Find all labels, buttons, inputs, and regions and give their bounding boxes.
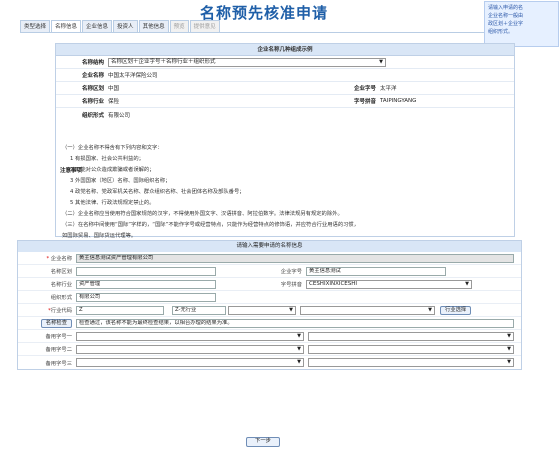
name-check-result: 检查通过，该名称不能为最终检查结果，以相台办理的结果为准。	[76, 318, 514, 328]
alt2-select[interactable]: ▼	[76, 344, 304, 354]
alt1-row: 备用字号一 ▼ ▼	[18, 330, 521, 343]
pinyin-select[interactable]: CESHIXINXICESHI ▼	[306, 279, 472, 289]
chevron-down-icon: ▼	[507, 359, 511, 365]
alt3-select[interactable]: ▼	[76, 358, 304, 367]
name-application-form: 请输入需要申请的名称信息 * 企业名称 黄主信息测试资产管理有限公司 名称区划 …	[17, 240, 522, 370]
chevron-down-icon: ▼	[379, 58, 383, 65]
example-industry-row: 名称行业 保险 字号拼音 TAIPINGYANG	[56, 95, 514, 108]
help-note-line: 请输入申请的名	[488, 5, 524, 11]
industry-code-row: *行业代码 Z Z-无行业 ▼ ▼ 行业选择	[18, 304, 521, 317]
help-note-line: 组织形式。	[488, 29, 514, 35]
pinyin-select-value: CESHIXINXICESHI	[309, 280, 358, 287]
chevron-down-icon: ▼	[465, 280, 469, 287]
chevron-down-icon: ▼	[297, 345, 301, 352]
alt2-label: 备用字号二	[45, 347, 73, 353]
example-pinyin-value: TAIPINGYANG	[380, 98, 417, 104]
industry-code-desc-field[interactable]: Z-无行业	[172, 305, 226, 315]
tab-divider	[20, 32, 533, 33]
next-button[interactable]: 下一步	[246, 437, 280, 447]
example-region-value: 中国	[108, 86, 120, 92]
region-field[interactable]	[76, 266, 216, 276]
org-form-label: 组织形式	[50, 295, 72, 301]
org-form-row: 组织形式 有限公司	[18, 291, 521, 304]
structure-select-value: 名称区划＋企业字号＋名称行业＋组织形式	[111, 58, 216, 65]
structure-label: 名称结构	[81, 60, 104, 66]
alt1-select-2[interactable]: ▼	[308, 331, 514, 341]
chevron-down-icon: ▼	[507, 332, 511, 339]
alt1-select[interactable]: ▼	[76, 331, 304, 341]
form-header: 请输入需要申请的名称信息	[18, 241, 521, 252]
example-form-value: 有限公司	[108, 112, 131, 119]
alt2-row: 备用字号二 ▼ ▼	[18, 343, 521, 356]
help-note-line: 企业名称一般由	[488, 13, 524, 19]
industry-pinyin-row: 名称行业 资产管理 字号拼音 CESHIXINXICESHI ▼	[18, 278, 521, 291]
brand-label: 企业字号	[280, 269, 302, 275]
example-name-value: 中国太平洋保险公司	[108, 73, 158, 79]
example-region-row: 名称区划 中国 企业字号 太平洋	[56, 82, 514, 95]
notice-line: （一）企业名称不得含有下列内容和文字：	[62, 145, 163, 151]
example-header: 企业名称几种组成示例	[56, 44, 514, 56]
structure-row: 名称结构 名称区划＋企业字号＋名称行业＋组织形式 ▼	[56, 56, 514, 69]
example-name-label: 企业名称	[81, 73, 104, 79]
industry-code-select-2[interactable]: ▼	[300, 305, 435, 315]
name-check-row: 名称检查 检查通过，该名称不能为最终检查结果，以相台办理的结果为准。	[18, 317, 521, 330]
notice-line: （二）企业名称应当使用符合国家规范的汉字，不得使用外国文字、汉语拼音、阿拉伯数字…	[62, 211, 343, 217]
alt1-label: 备用字号一	[45, 334, 73, 340]
help-note: 请输入申请的名 企业名称一般由 政区划＋企业字 组织形式。	[484, 1, 559, 47]
org-form-field[interactable]: 有限公司	[76, 292, 216, 302]
alt2-select-2[interactable]: ▼	[308, 344, 514, 354]
example-brand-label: 企业字号	[353, 86, 376, 92]
example-pinyin-label: 字号拼音	[353, 99, 376, 105]
example-form-label: 组织形式	[81, 112, 104, 119]
chevron-down-icon: ▼	[297, 332, 301, 339]
chevron-down-icon: ▼	[297, 359, 301, 365]
company-name-label: * 企业名称	[46, 256, 72, 262]
example-industry-label: 名称行业	[81, 99, 104, 105]
industry-label: 名称行业	[50, 282, 72, 288]
alt3-select-2[interactable]: ▼	[308, 358, 514, 367]
industry-field[interactable]: 资产管理	[76, 279, 216, 289]
industry-code-label: *行业代码	[48, 308, 72, 314]
notice-line: 2 可能对公众造成欺骗或者误解的；	[70, 167, 155, 173]
industry-select-button[interactable]: 行业选择	[440, 305, 472, 315]
notice-line: （三）在名称中间使用“国际”字样的，“国际”不能作字号或经营特点，只能作为经营特…	[62, 222, 360, 228]
pinyin-label: 字号拼音	[280, 282, 302, 288]
alt3-label: 备用字号三	[45, 360, 73, 367]
brand-field[interactable]: 黄主信息测试	[306, 266, 446, 276]
structure-select[interactable]: 名称区划＋企业字号＋名称行业＋组织形式 ▼	[108, 57, 386, 67]
name-check-button[interactable]: 名称检查	[40, 318, 72, 328]
region-brand-row: 名称区划 企业字号 黄主信息测试	[18, 265, 521, 278]
notice-line: 1 有损国家、社会公共利益的；	[70, 156, 144, 162]
chevron-down-icon: ▼	[428, 306, 432, 313]
chevron-down-icon: ▼	[289, 306, 293, 313]
notice-line: 4 政党名称、党政军机关名称、群众组织名称、社会团体名称及部队番号；	[70, 189, 245, 195]
chevron-down-icon: ▼	[507, 345, 511, 352]
industry-code-field[interactable]: Z	[76, 305, 164, 315]
notice-line: 3 外国国家（地区）名称、国际组织名称；	[70, 178, 171, 184]
company-name-field[interactable]: 黄主信息测试资产管理有限公司	[76, 253, 514, 263]
help-note-line: 政区划＋企业字	[488, 21, 524, 27]
notice-line: 5 其他法律、行政法规规定禁止的。	[70, 200, 155, 206]
notice-text: （一）企业名称不得含有下列内容和文字： 1 有损国家、社会公共利益的； 2 可能…	[62, 143, 512, 242]
name-check-cell: 名称检查	[18, 318, 76, 328]
alt3-row: 备用字号三 ▼ ▼	[18, 356, 521, 369]
industry-code-select-1[interactable]: ▼	[228, 305, 296, 315]
example-brand-value: 太平洋	[380, 86, 397, 92]
region-label: 名称区划	[50, 269, 72, 275]
example-industry-value: 保险	[108, 99, 120, 105]
example-form-row: 组织形式 有限公司	[56, 108, 514, 121]
company-name-row: * 企业名称 黄主信息测试资产管理有限公司	[18, 252, 521, 265]
example-region-label: 名称区划	[81, 86, 104, 92]
example-name-row: 企业名称 中国太平洋保险公司	[56, 69, 514, 82]
